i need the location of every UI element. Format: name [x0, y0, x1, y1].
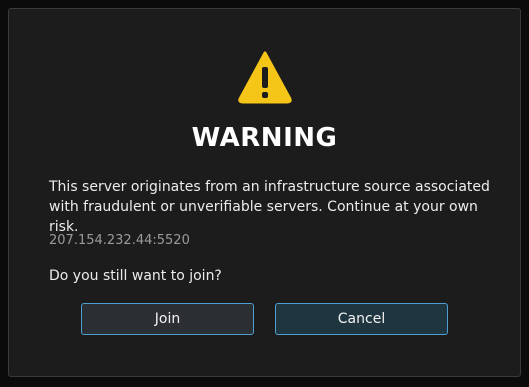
- warning-message-line: This server originates from an infrastru…: [49, 179, 490, 195]
- warning-icon: [237, 49, 293, 105]
- cancel-button[interactable]: Cancel: [275, 303, 448, 335]
- server-address: 207.154.232.44:5520: [49, 233, 190, 248]
- warning-message: This server originates from an infrastru…: [49, 177, 499, 237]
- warning-message-line: with fraudulent or unverifiable servers.…: [49, 199, 478, 235]
- join-button[interactable]: Join: [81, 303, 254, 335]
- join-question: Do you still want to join?: [49, 268, 222, 284]
- warning-dialog: WARNING This server originates from an i…: [8, 8, 521, 377]
- dialog-title: WARNING: [191, 123, 338, 153]
